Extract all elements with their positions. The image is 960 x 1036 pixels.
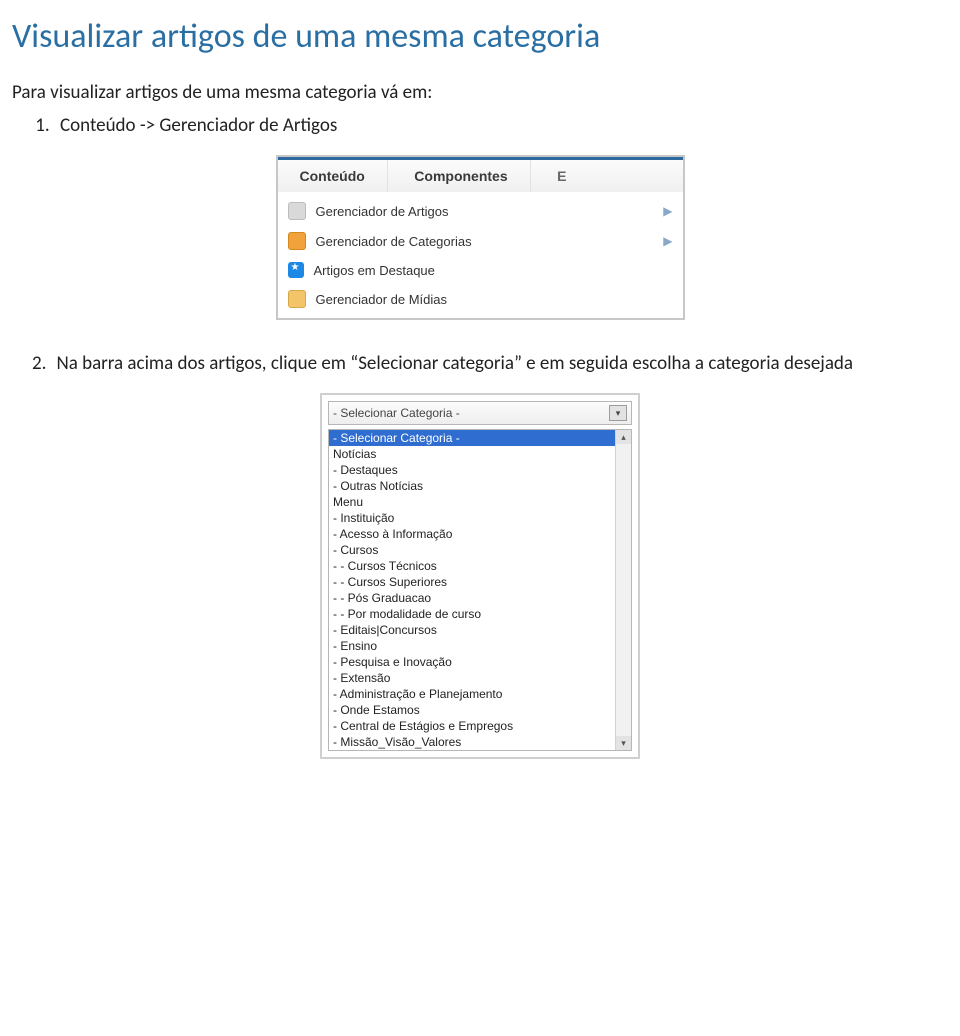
category-select-value: - Selecionar Categoria - bbox=[333, 406, 609, 420]
menu-item-gerenciador-artigos[interactable]: Gerenciador de Artigos ▶ bbox=[278, 196, 683, 226]
category-option[interactable]: - - Cursos Superiores bbox=[329, 574, 631, 590]
scrollbar[interactable]: ▴ ▾ bbox=[615, 430, 631, 750]
category-option[interactable]: Menu bbox=[329, 494, 631, 510]
category-option[interactable]: - Acesso à Informação bbox=[329, 526, 631, 542]
star-icon bbox=[288, 262, 304, 278]
menu-tab-extra[interactable]: E bbox=[535, 160, 588, 192]
step-1: Conteúdo -> Gerenciador de Artigos bbox=[54, 114, 948, 137]
category-option[interactable]: - Ensino bbox=[329, 638, 631, 654]
category-option[interactable]: - Selecionar Categoria - bbox=[329, 430, 631, 446]
chevron-right-icon: ▶ bbox=[663, 234, 672, 248]
category-option[interactable]: - Administração e Planejamento bbox=[329, 686, 631, 702]
menubar: Conteúdo Componentes E bbox=[278, 157, 683, 192]
category-option[interactable]: - Editais|Concursos bbox=[329, 622, 631, 638]
intro-text: Para visualizar artigos de uma mesma cat… bbox=[12, 81, 948, 104]
step-2: Na barra acima dos artigos, clique em “S… bbox=[54, 352, 948, 375]
category-option[interactable]: - Cursos bbox=[329, 542, 631, 558]
figure-select-categoria: - Selecionar Categoria - ▾ - Selecionar … bbox=[320, 393, 640, 759]
scroll-down-icon[interactable]: ▾ bbox=[616, 736, 631, 750]
category-option[interactable]: - Destaques bbox=[329, 462, 631, 478]
article-icon bbox=[288, 202, 306, 220]
scroll-up-icon[interactable]: ▴ bbox=[616, 430, 631, 444]
figure-conteudo-menu: Conteúdo Componentes E Gerenciador de Ar… bbox=[276, 155, 685, 320]
category-option[interactable]: - - Cursos Técnicos bbox=[329, 558, 631, 574]
menu-item-label: Gerenciador de Artigos bbox=[316, 204, 449, 219]
menu-item-label: Artigos em Destaque bbox=[314, 263, 435, 278]
category-option[interactable]: - Central de Estágios e Empregos bbox=[329, 718, 631, 734]
menu-item-label: Gerenciador de Categorias bbox=[316, 234, 472, 249]
category-option[interactable]: - - Por modalidade de curso bbox=[329, 606, 631, 622]
folder-icon bbox=[288, 232, 306, 250]
category-option[interactable]: - Outras Notícias bbox=[329, 478, 631, 494]
category-option[interactable]: - Instituição bbox=[329, 510, 631, 526]
category-select[interactable]: - Selecionar Categoria - ▾ bbox=[328, 401, 632, 425]
category-option[interactable]: - Pesquisa e Inovação bbox=[329, 654, 631, 670]
menu-item-artigos-destaque[interactable]: Artigos em Destaque bbox=[278, 256, 683, 284]
media-icon bbox=[288, 290, 306, 308]
category-option[interactable]: - Onde Estamos bbox=[329, 702, 631, 718]
menu-item-label: Gerenciador de Mídias bbox=[316, 292, 448, 307]
menu-item-gerenciador-categorias[interactable]: Gerenciador de Categorias ▶ bbox=[278, 226, 683, 256]
menu-item-gerenciador-midias[interactable]: Gerenciador de Mídias bbox=[278, 284, 683, 314]
category-select-listbox[interactable]: - Selecionar Categoria - Notícias - Dest… bbox=[328, 429, 632, 751]
menu-tab-conteudo[interactable]: Conteúdo bbox=[278, 160, 388, 192]
category-option[interactable]: Notícias bbox=[329, 446, 631, 462]
page-title: Visualizar artigos de uma mesma categori… bbox=[12, 16, 948, 57]
category-option[interactable]: - Missão_Visão_Valores bbox=[329, 734, 631, 750]
menu-tab-componentes[interactable]: Componentes bbox=[392, 160, 530, 192]
category-option[interactable]: - - Pós Graduacao bbox=[329, 590, 631, 606]
category-option[interactable]: - Extensão bbox=[329, 670, 631, 686]
chevron-right-icon: ▶ bbox=[663, 204, 672, 218]
chevron-down-icon: ▾ bbox=[609, 405, 627, 421]
conteudo-dropdown: Gerenciador de Artigos ▶ Gerenciador de … bbox=[278, 192, 683, 318]
